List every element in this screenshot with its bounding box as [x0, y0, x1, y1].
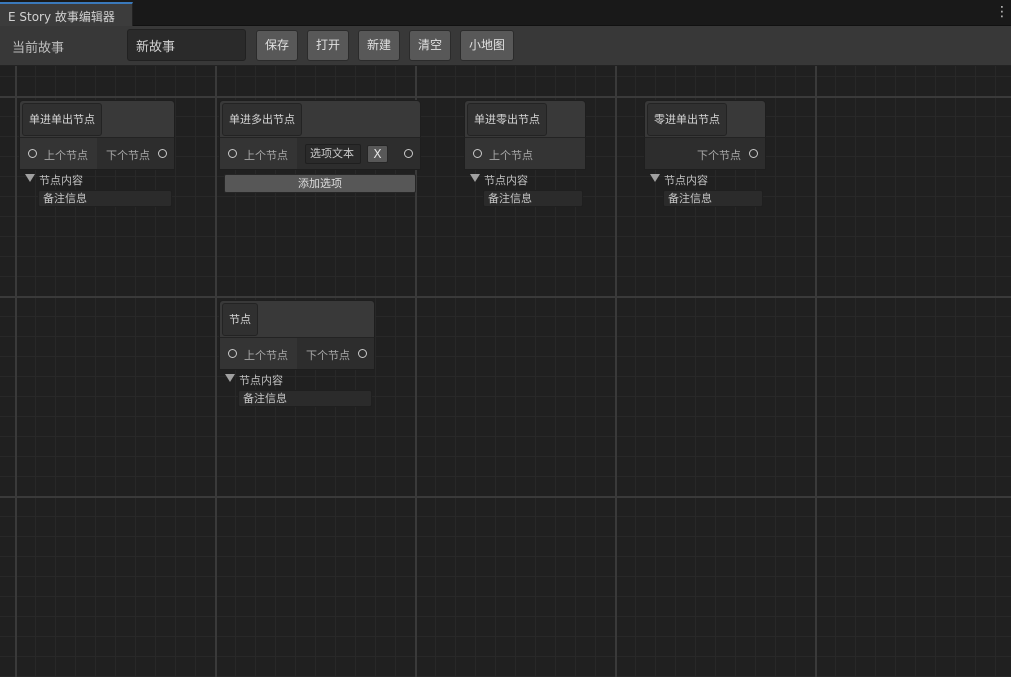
node-title: 单进多出节点: [222, 103, 302, 136]
output-port-label: 下个节点: [697, 149, 741, 162]
graph-canvas[interactable]: 单进单出节点 上个节点 下个节点 节点内容 备注信息 单进多出节点 上个节点 选…: [0, 66, 1011, 677]
node-generic[interactable]: 节点 上个节点 下个节点 节点内容 备注信息: [219, 300, 375, 407]
input-port-label: 上个节点: [244, 349, 288, 362]
output-port-circle-icon[interactable]: [158, 149, 167, 158]
node-title: 单进零出节点: [467, 103, 547, 136]
node-ports: 上个节点: [464, 137, 586, 170]
node-content-foldout[interactable]: 节点内容: [644, 170, 766, 190]
node-zero-in-single-out[interactable]: 零进单出节点 下个节点 节点内容 备注信息: [644, 100, 766, 207]
open-button[interactable]: 打开: [307, 30, 349, 61]
node-ports: 下个节点: [644, 137, 766, 170]
remove-option-button[interactable]: X: [367, 145, 388, 163]
current-story-label: 当前故事: [12, 41, 65, 56]
story-name-input[interactable]: [127, 29, 246, 61]
node-title: 零进单出节点: [647, 103, 727, 136]
note-field[interactable]: 备注信息: [483, 190, 583, 207]
minimap-button[interactable]: 小地图: [460, 30, 514, 61]
node-header[interactable]: 单进多出节点: [219, 100, 421, 137]
note-field[interactable]: 备注信息: [663, 190, 763, 207]
input-port-circle-icon[interactable]: [228, 149, 237, 158]
node-ports: 上个节点 选项文本 X: [219, 137, 421, 170]
node-content-label: 节点内容: [484, 174, 528, 187]
option-output-port-circle-icon[interactable]: [404, 149, 413, 158]
node-header[interactable]: 单进零出节点: [464, 100, 586, 137]
option-text-field[interactable]: 选项文本: [305, 144, 361, 164]
note-field[interactable]: 备注信息: [38, 190, 172, 207]
input-port-circle-icon[interactable]: [228, 349, 237, 358]
input-port-label: 上个节点: [44, 149, 88, 162]
node-header[interactable]: 节点: [219, 300, 375, 337]
node-title: 单进单出节点: [22, 103, 102, 136]
foldout-triangle-icon[interactable]: [25, 174, 35, 182]
node-content-label: 节点内容: [39, 174, 83, 187]
add-option-button[interactable]: 添加选项: [224, 174, 416, 193]
node-title: 节点: [222, 303, 258, 336]
input-port-label: 上个节点: [244, 149, 288, 162]
foldout-triangle-icon[interactable]: [225, 374, 235, 382]
new-button[interactable]: 新建: [358, 30, 400, 61]
window-tab-bar: E Story 故事编辑器 ⋮: [0, 0, 1011, 26]
output-port-circle-icon[interactable]: [749, 149, 758, 158]
kebab-menu-icon[interactable]: ⋮: [995, 4, 1009, 20]
input-port-circle-icon[interactable]: [473, 149, 482, 158]
clear-button[interactable]: 清空: [409, 30, 451, 61]
node-ports: 上个节点 下个节点: [219, 337, 375, 370]
foldout-triangle-icon[interactable]: [470, 174, 480, 182]
node-content-label: 节点内容: [239, 374, 283, 387]
node-single-in-multi-out[interactable]: 单进多出节点 上个节点 选项文本 X 添加选项: [219, 100, 421, 193]
node-header[interactable]: 零进单出节点: [644, 100, 766, 137]
input-port-circle-icon[interactable]: [28, 149, 37, 158]
node-content-foldout[interactable]: 节点内容: [219, 370, 375, 390]
foldout-triangle-icon[interactable]: [650, 174, 660, 182]
node-content-foldout[interactable]: 节点内容: [19, 170, 175, 190]
toolbar: 当前故事 保存 打开 新建 清空 小地图: [0, 26, 1011, 66]
node-header[interactable]: 单进单出节点: [19, 100, 175, 137]
node-ports: 上个节点 下个节点: [19, 137, 175, 170]
editor-tab[interactable]: E Story 故事编辑器: [0, 2, 133, 26]
note-field[interactable]: 备注信息: [238, 390, 372, 407]
save-button[interactable]: 保存: [256, 30, 298, 61]
output-port-label: 下个节点: [306, 349, 350, 362]
output-port-circle-icon[interactable]: [358, 349, 367, 358]
output-port-label: 下个节点: [106, 149, 150, 162]
node-single-in-zero-out[interactable]: 单进零出节点 上个节点 节点内容 备注信息: [464, 100, 586, 207]
input-port-label: 上个节点: [489, 149, 533, 162]
node-single-in-single-out[interactable]: 单进单出节点 上个节点 下个节点 节点内容 备注信息: [19, 100, 175, 207]
node-content-label: 节点内容: [664, 174, 708, 187]
node-content-foldout[interactable]: 节点内容: [464, 170, 586, 190]
